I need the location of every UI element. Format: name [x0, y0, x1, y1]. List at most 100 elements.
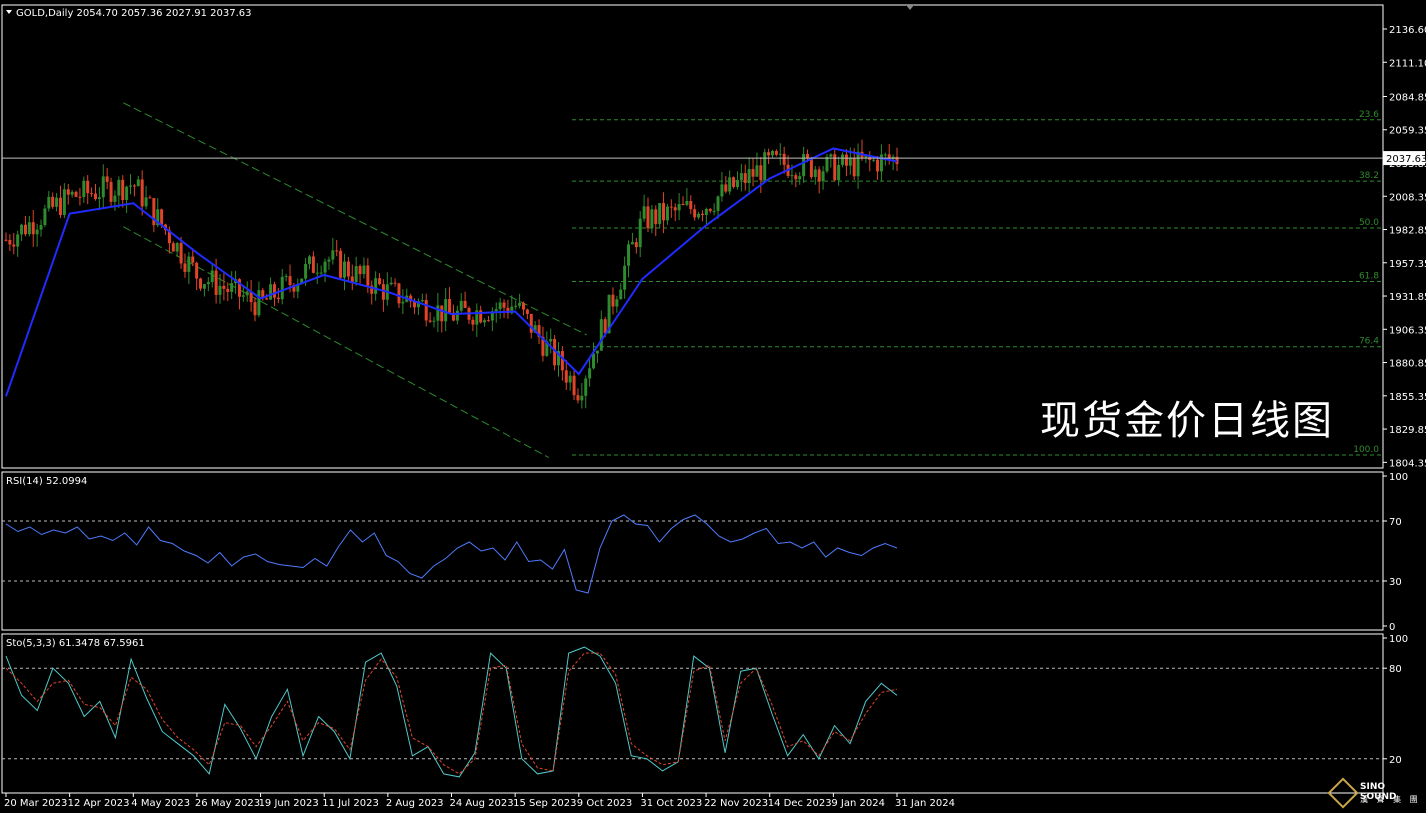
- candle-body: [315, 272, 319, 274]
- candle-body: [825, 156, 829, 172]
- candle-body: [619, 289, 623, 300]
- time-axis-label: 2 Aug 2023: [386, 798, 444, 809]
- time-axis-label: 11 Jul 2023: [322, 798, 379, 809]
- price-axis-label: 1829.85: [1389, 425, 1426, 436]
- candle-body: [502, 302, 506, 308]
- candle-body: [86, 180, 90, 194]
- candle-body: [498, 302, 502, 310]
- price-axis-label: 2008.35: [1389, 192, 1426, 203]
- candle-body: [879, 154, 883, 172]
- candle-body: [58, 197, 62, 215]
- candle-body: [23, 224, 27, 235]
- candle-body: [708, 208, 712, 212]
- candle-body: [335, 250, 339, 252]
- candle-body: [658, 203, 662, 225]
- candle-body: [206, 282, 210, 285]
- candle-body: [646, 206, 650, 229]
- candle-body: [171, 243, 175, 252]
- candle-body: [401, 301, 405, 304]
- candle-body: [568, 375, 572, 383]
- candle-body: [735, 180, 739, 187]
- candle-body: [428, 320, 432, 322]
- time-axis-label: 31 Oct 2023: [640, 798, 702, 809]
- candle-body: [20, 224, 24, 235]
- candle-body: [529, 313, 533, 333]
- candle-body: [378, 278, 382, 285]
- candle-body: [564, 370, 568, 383]
- time-axis-label: 4 May 2023: [131, 798, 190, 809]
- candle-body: [109, 181, 113, 202]
- candle-body: [74, 191, 78, 197]
- price-axis-label: 1957.35: [1389, 259, 1426, 270]
- candle-body: [486, 320, 490, 322]
- candle-body: [770, 151, 774, 156]
- fib-level-label: 23.6: [1359, 110, 1379, 120]
- candle-body: [883, 154, 887, 156]
- candle-body: [374, 278, 378, 294]
- candle-body: [459, 300, 463, 311]
- candle-body: [852, 157, 856, 177]
- candle-body: [521, 302, 525, 310]
- oscillator-axis-label: 100: [1389, 634, 1408, 645]
- candle-body: [339, 250, 343, 278]
- candle-body: [572, 375, 576, 396]
- candle-body: [31, 222, 35, 235]
- candle-body: [210, 270, 214, 283]
- candle-body: [331, 250, 335, 260]
- candle-body: [732, 177, 736, 187]
- candle-body: [603, 319, 607, 334]
- time-axis-label: 19 Jun 2023: [259, 798, 319, 809]
- oscillator-axis-label: 30: [1389, 577, 1402, 588]
- shift-marker-icon: [906, 5, 914, 10]
- candle-body: [627, 244, 631, 266]
- candle-body: [576, 395, 580, 401]
- price-axis-label: 1855.35: [1389, 392, 1426, 403]
- candle-body: [47, 196, 51, 209]
- time-axis-label: 9 Jan 2024: [831, 798, 885, 809]
- candle-body: [471, 319, 475, 325]
- candle-body: [580, 395, 584, 401]
- candle-body: [592, 353, 596, 369]
- candle-body: [813, 169, 817, 178]
- candle-body: [397, 283, 401, 304]
- candle-body: [101, 176, 105, 198]
- sto-signal-line: [5, 652, 898, 775]
- rsi-panel-frame: [1, 471, 1384, 631]
- candle-body: [241, 295, 245, 297]
- candle-body: [662, 203, 666, 221]
- candle-body: [716, 196, 720, 211]
- candle-body: [276, 297, 280, 300]
- price-axis-label: 2136.60: [1389, 25, 1426, 36]
- candle-body: [39, 224, 43, 230]
- candle-body: [623, 265, 627, 290]
- candle-body: [599, 319, 603, 351]
- candle-body: [728, 177, 732, 192]
- fib-level-label: 100.0: [1353, 445, 1379, 455]
- candle-body: [82, 180, 86, 198]
- candle-body: [444, 299, 448, 322]
- candle-body: [790, 175, 794, 177]
- candle-body: [767, 152, 771, 156]
- candle-body: [755, 165, 759, 177]
- candle-body: [393, 282, 397, 284]
- fib-level-label: 61.8: [1359, 271, 1379, 281]
- candle-body: [117, 179, 121, 196]
- candle-body: [440, 305, 444, 322]
- candle-body: [420, 300, 424, 302]
- candle-body: [782, 153, 786, 165]
- candle-body: [257, 290, 261, 316]
- candle-body: [673, 207, 677, 211]
- candle-body: [51, 196, 55, 207]
- brand-logo: SINO SOUND 漢 聲 集 團: [1326, 777, 1422, 809]
- candle-body: [794, 175, 798, 180]
- candle-body: [311, 256, 315, 273]
- candle-body: [654, 209, 658, 225]
- logo-icon: [1327, 777, 1359, 809]
- candle-body: [872, 159, 876, 161]
- time-axis-label: 9 Oct 2023: [577, 798, 632, 809]
- candle-body: [222, 285, 226, 289]
- time-axis-label: 22 Nov 2023: [704, 798, 768, 809]
- candle-body: [848, 157, 852, 166]
- price-axis-label: 1880.85: [1389, 359, 1426, 370]
- candle-body: [829, 154, 833, 157]
